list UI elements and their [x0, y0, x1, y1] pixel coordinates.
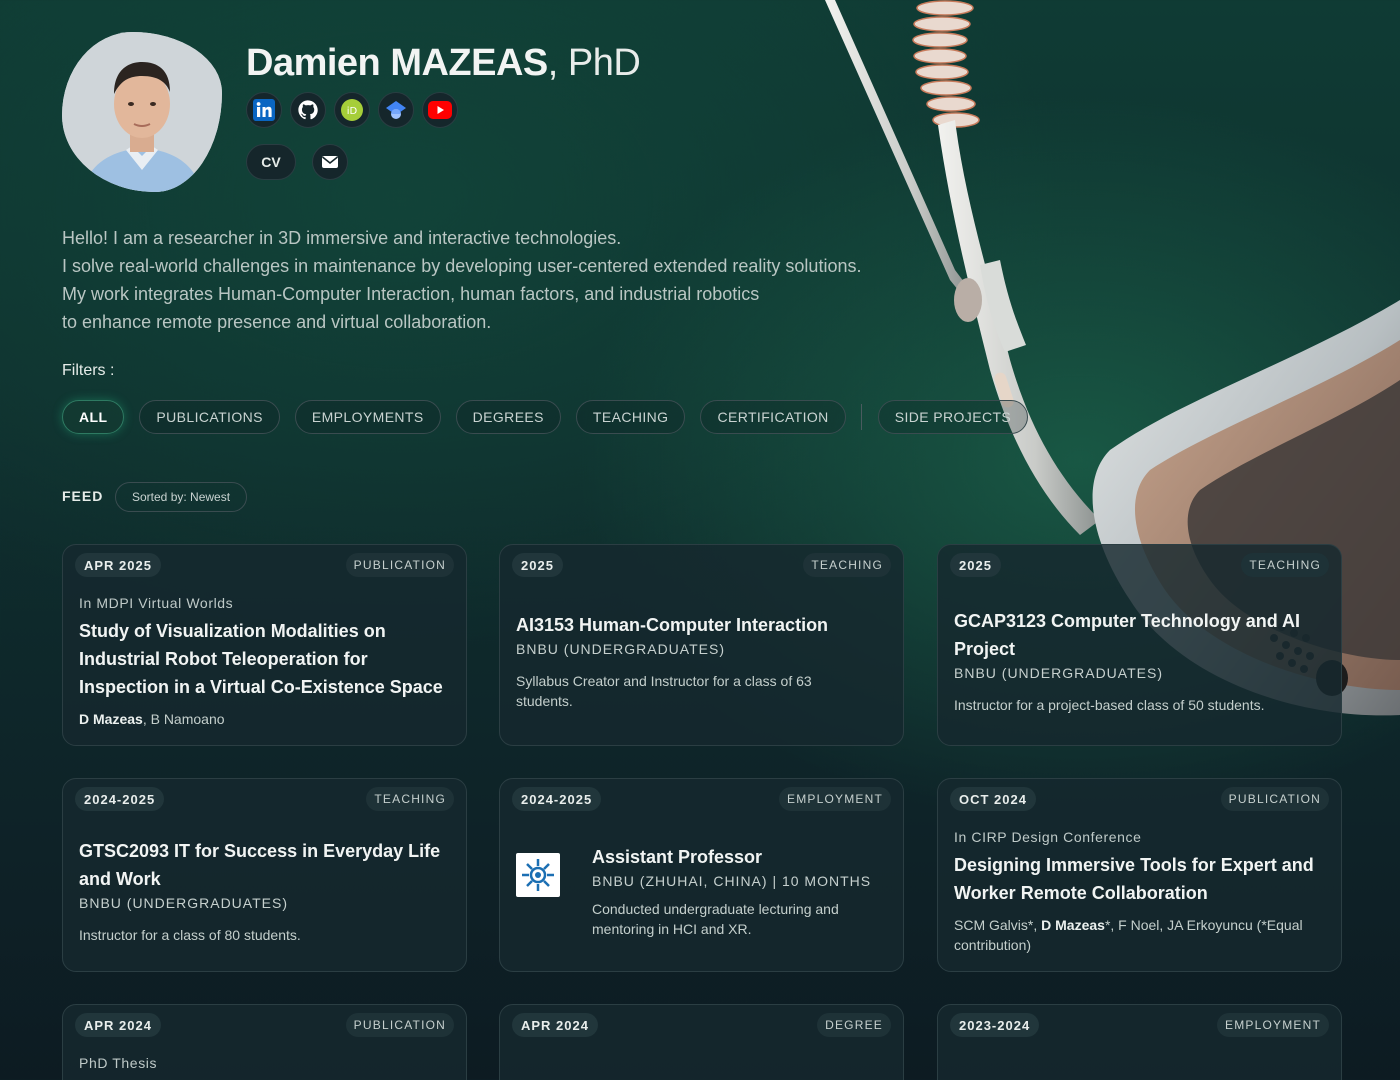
- feed-label: FEED: [62, 488, 104, 504]
- card-title[interactable]: Designing Immersive Tools for Expert and…: [954, 851, 1327, 907]
- portrait-image: [62, 32, 222, 192]
- bio: Hello! I am a researcher in 3D immersive…: [62, 224, 861, 336]
- orcid-icon[interactable]: iD: [334, 92, 370, 128]
- institution-logo: [516, 853, 560, 897]
- card-date-badge: 2025: [950, 553, 1001, 577]
- bio-line: I solve real-world challenges in mainten…: [62, 256, 862, 276]
- card-venue: PhD Thesis: [79, 1055, 158, 1071]
- author-pre: SCM Galvis*,: [954, 917, 1042, 933]
- author-rest: , B Namoano: [142, 711, 225, 727]
- feed-card[interactable]: 2025 TEACHING AI3153 Human-Computer Inte…: [499, 544, 904, 746]
- card-type-badge: PUBLICATION: [1220, 787, 1329, 811]
- filter-teaching[interactable]: TEACHING: [575, 400, 686, 434]
- feed-card[interactable]: 2024-2025 TEACHING GTSC2093 IT for Succe…: [62, 778, 467, 972]
- social-links: iD: [246, 92, 458, 128]
- profile-avatar: [62, 32, 222, 192]
- github-icon[interactable]: [290, 92, 326, 128]
- card-type-badge: TEACHING: [1241, 553, 1329, 577]
- feed-card[interactable]: APR 2025 PUBLICATION In MDPI Virtual Wor…: [62, 544, 467, 746]
- card-title[interactable]: GTSC2093 IT for Success in Everyday Life…: [79, 837, 452, 893]
- card-date-badge: 2023-2024: [950, 1013, 1040, 1037]
- card-date-badge: APR 2025: [75, 553, 161, 577]
- name-text: Damien MAZEAS: [246, 42, 548, 84]
- feed-card[interactable]: OCT 2024 PUBLICATION In CIRP Design Conf…: [937, 778, 1342, 972]
- card-type-badge: PUBLICATION: [345, 553, 454, 577]
- card-subtitle: BNBU (UNDERGRADUATES): [79, 895, 288, 911]
- bio-line: to enhance remote presence and virtual c…: [62, 312, 492, 332]
- linkedin-icon[interactable]: [246, 92, 282, 128]
- mail-icon: [322, 156, 338, 168]
- card-date-badge: APR 2024: [75, 1013, 161, 1037]
- card-date-badge: OCT 2024: [950, 787, 1036, 811]
- filter-employments[interactable]: EMPLOYMENTS: [294, 400, 441, 434]
- card-title[interactable]: GCAP3123 Computer Technology and AI Proj…: [954, 607, 1327, 663]
- youtube-icon[interactable]: [422, 92, 458, 128]
- feed-card[interactable]: 2025 TEACHING GCAP3123 Computer Technolo…: [937, 544, 1342, 746]
- feed-card[interactable]: 2024-2025 EMPLOYMENT Assistant Professor…: [499, 778, 904, 972]
- filter-all[interactable]: ALL: [62, 400, 125, 434]
- card-date-badge: APR 2024: [512, 1013, 598, 1037]
- card-title[interactable]: Study of Visualization Modalities on Ind…: [79, 617, 452, 701]
- card-type-badge: DEGREE: [817, 1013, 891, 1037]
- card-date-badge: 2024-2025: [75, 787, 165, 811]
- card-subtitle: BNBU (ZHUHAI, CHINA) | 10 MONTHS: [592, 873, 872, 889]
- card-title[interactable]: AI3153 Human-Computer Interaction: [516, 611, 889, 639]
- card-date-badge: 2025: [512, 553, 563, 577]
- card-subtitle: BNBU (UNDERGRADUATES): [516, 641, 725, 657]
- card-type-badge: TEACHING: [366, 787, 454, 811]
- author-highlight: D Mazeas: [1041, 917, 1105, 933]
- page: Damien MAZEAS, PhD iD CV Hello! I am a r…: [0, 0, 1400, 1080]
- card-type-badge: TEACHING: [803, 553, 891, 577]
- card-date-badge: 2024-2025: [512, 787, 602, 811]
- card-venue: In CIRP Design Conference: [954, 829, 1142, 845]
- cv-button[interactable]: CV: [246, 144, 296, 180]
- card-description: Instructor for a project-based class of …: [954, 697, 1265, 713]
- filters-label: Filters :: [62, 362, 115, 379]
- feed-card[interactable]: 2023-2024 EMPLOYMENT: [937, 1004, 1342, 1080]
- svg-text:iD: iD: [347, 106, 358, 117]
- feed-card[interactable]: APR 2024 PUBLICATION PhD Thesis: [62, 1004, 467, 1080]
- bio-line: Hello! I am a researcher in 3D immersive…: [62, 228, 622, 248]
- card-description: Instructor for a class of 80 students.: [79, 927, 301, 943]
- filter-divider: [860, 404, 862, 430]
- filter-certification[interactable]: CERTIFICATION: [700, 400, 846, 434]
- cv-label: CV: [261, 154, 281, 170]
- bio-line: My work integrates Human-Computer Intera…: [62, 284, 760, 304]
- contact-row: CV: [246, 144, 348, 180]
- name-suffix: , PhD: [547, 42, 641, 84]
- filter-publications[interactable]: PUBLICATIONS: [139, 400, 280, 434]
- email-button[interactable]: [312, 144, 348, 180]
- sort-dropdown[interactable]: Sorted by: Newest: [115, 482, 248, 512]
- card-type-badge: EMPLOYMENT: [778, 787, 891, 811]
- university-logo-icon: [522, 859, 554, 891]
- card-description: Syllabus Creator and Instructor for a cl…: [516, 673, 812, 709]
- feed-card[interactable]: APR 2024 DEGREE: [499, 1004, 904, 1080]
- card-authors: SCM Galvis*, D Mazeas*, F Noel, JA Erkoy…: [954, 915, 1321, 955]
- card-authors: D Mazeas, B Namoano: [79, 709, 446, 729]
- author-highlight: D Mazeas: [79, 711, 143, 727]
- card-type-badge: EMPLOYMENT: [1216, 1013, 1329, 1037]
- profile-name: Damien MAZEAS, PhD: [246, 42, 641, 85]
- card-subtitle: BNBU (UNDERGRADUATES): [954, 665, 1163, 681]
- filter-side-projects[interactable]: SIDE PROJECTS: [877, 400, 1029, 434]
- filter-degrees[interactable]: DEGREES: [455, 400, 561, 434]
- card-description: Conducted undergraduate lecturing and me…: [592, 901, 839, 937]
- card-title[interactable]: Assistant Professor: [592, 843, 889, 871]
- card-type-badge: PUBLICATION: [345, 1013, 454, 1037]
- card-venue: In MDPI Virtual Worlds: [79, 595, 234, 611]
- google-scholar-icon[interactable]: [378, 92, 414, 128]
- filter-bar: ALL PUBLICATIONS EMPLOYMENTS DEGREES TEA…: [62, 400, 1043, 434]
